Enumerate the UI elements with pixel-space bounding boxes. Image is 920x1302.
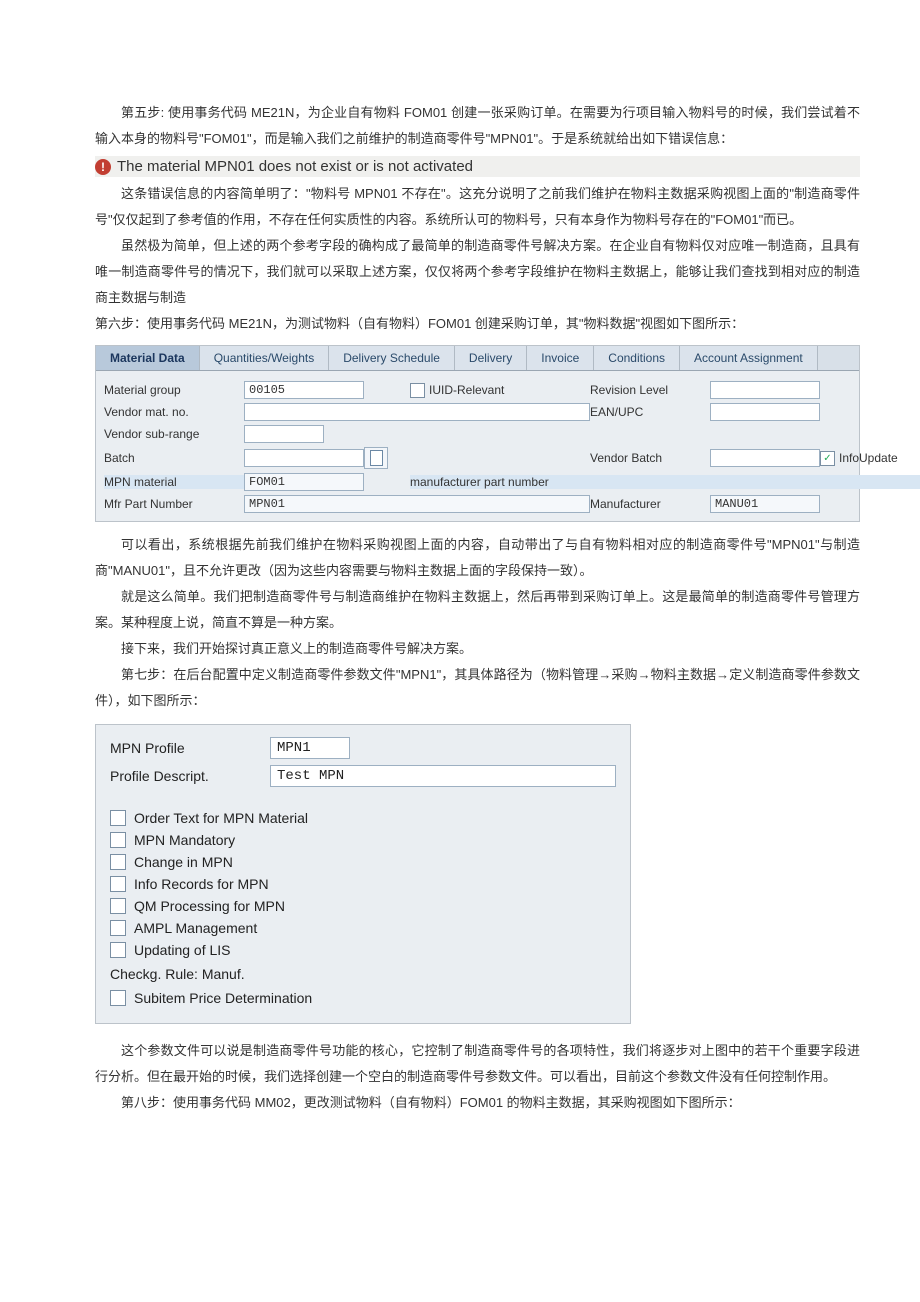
checkbox-infoupdate[interactable]: ✓InfoUpdate (820, 451, 920, 466)
paragraph-after2: 就是这么简单。我们把制造商零件号与制造商维护在物料主数据上，然后再带到采购订单上… (95, 584, 860, 636)
tab-account-assignment[interactable]: Account Assignment (680, 346, 818, 370)
checkbox-change-in-mpn[interactable]: Change in MPN (110, 851, 616, 873)
field-mfr-part-number: MPN01 (244, 495, 590, 513)
label-vendor-subrange: Vendor sub-range (104, 427, 244, 441)
label-material-group: Material group (104, 383, 244, 397)
checkbox-qm-processing[interactable]: QM Processing for MPN (110, 895, 616, 917)
field-mpn-profile[interactable]: MPN1 (270, 737, 350, 759)
field-vendor-batch[interactable] (710, 449, 820, 467)
paragraph-after1: 可以看出，系统根据先前我们维护在物料采购视图上面的内容，自动带出了与自有物料相对… (95, 532, 860, 584)
checkbox-ampl-management[interactable]: AMPL Management (110, 917, 616, 939)
label-batch: Batch (104, 451, 244, 465)
paragraph-step5: 第五步: 使用事务代码 ME21N，为企业自有物料 FOM01 创建一张采购订单… (95, 100, 860, 152)
error-message-bar: ! The material MPN01 does not exist or i… (95, 156, 860, 177)
label-profile-descript: Profile Descript. (110, 768, 260, 784)
label-mfr-part-number: Mfr Part Number (104, 497, 244, 511)
field-vendor-mat-no[interactable] (244, 403, 590, 421)
label-opt-0: Order Text for MPN Material (134, 810, 308, 826)
checkbox-info-records[interactable]: Info Records for MPN (110, 873, 616, 895)
label-mpn-material: MPN material (104, 475, 244, 489)
field-mpn-material: FOM01 (244, 473, 364, 491)
label-ean-upc: EAN/UPC (590, 405, 710, 419)
field-checkg-rule[interactable] (253, 964, 283, 984)
checkbox-order-text[interactable]: Order Text for MPN Material (110, 807, 616, 829)
field-ean-upc[interactable] (710, 403, 820, 421)
tab-invoice[interactable]: Invoice (527, 346, 594, 370)
batch-doc-button[interactable] (364, 447, 388, 469)
field-material-group[interactable]: 00105 (244, 381, 364, 399)
label-opt-1: MPN Mandatory (134, 832, 235, 848)
paragraph-expl1: 这条错误信息的内容简单明了："物料号 MPN01 不存在"。这充分说明了之前我们… (95, 181, 860, 233)
label-mfr-part-number-text: manufacturer part number (410, 475, 920, 489)
label-opt-6: Updating of LIS (134, 942, 231, 958)
paragraph-after3: 接下来，我们开始探讨真正意义上的制造商零件号解决方案。 (95, 636, 860, 662)
paragraph-after4: 这个参数文件可以说是制造商零件号功能的核心，它控制了制造商零件号的各项特性，我们… (95, 1038, 860, 1090)
tab-delivery[interactable]: Delivery (455, 346, 527, 370)
tab-delivery-schedule[interactable]: Delivery Schedule (329, 346, 455, 370)
label-opt-5: AMPL Management (134, 920, 257, 936)
paragraph-step7: 第七步：在后台配置中定义制造商零件参数文件"MPN1"，其具体路径为（物料管理→… (95, 662, 860, 714)
sap-material-panel: Material Data Quantities/Weights Deliver… (95, 345, 860, 522)
field-batch[interactable] (244, 449, 364, 467)
label-infoupdate: InfoUpdate (839, 451, 898, 465)
checkbox-iuid-relevant[interactable]: IUID-Relevant (410, 383, 590, 398)
mpn-profile-panel: MPN Profile MPN1 Profile Descript. Test … (95, 724, 631, 1024)
paragraph-expl2: 虽然极为简单，但上述的两个参考字段的确构成了最简单的制造商零件号解决方案。在企业… (95, 233, 860, 311)
label-iuid: IUID-Relevant (429, 383, 504, 397)
field-profile-descript[interactable]: Test MPN (270, 765, 616, 787)
field-vendor-subrange[interactable] (244, 425, 324, 443)
row-checkg-rule: Checkg. Rule: Manuf. (110, 961, 616, 987)
tab-conditions[interactable]: Conditions (594, 346, 680, 370)
label-vendor-batch: Vendor Batch (590, 451, 710, 465)
label-checkg-rule: Checkg. Rule: Manuf. (110, 966, 245, 982)
label-revision-level: Revision Level (590, 383, 710, 397)
field-revision-level[interactable] (710, 381, 820, 399)
tabstrip: Material Data Quantities/Weights Deliver… (96, 346, 859, 371)
label-mpn-profile: MPN Profile (110, 740, 260, 756)
field-manufacturer: MANU01 (710, 495, 820, 513)
tab-material-data[interactable]: Material Data (96, 346, 200, 370)
label-subitem-price: Subitem Price Determination (134, 990, 312, 1006)
tab-quantities[interactable]: Quantities/Weights (200, 346, 330, 370)
label-vendor-mat-no: Vendor mat. no. (104, 405, 244, 419)
checkbox-updating-lis[interactable]: Updating of LIS (110, 939, 616, 961)
label-opt-3: Info Records for MPN (134, 876, 269, 892)
label-opt-2: Change in MPN (134, 854, 233, 870)
checkbox-mpn-mandatory[interactable]: MPN Mandatory (110, 829, 616, 851)
label-manufacturer: Manufacturer (590, 497, 710, 511)
document-icon (370, 450, 383, 466)
paragraph-step6: 第六步：使用事务代码 ME21N，为测试物料（自有物料）FOM01 创建采购订单… (95, 311, 860, 337)
error-icon: ! (95, 159, 111, 175)
error-text: The material MPN01 does not exist or is … (117, 158, 473, 175)
label-opt-4: QM Processing for MPN (134, 898, 285, 914)
paragraph-step8: 第八步：使用事务代码 MM02，更改测试物料（自有物料）FOM01 的物料主数据… (95, 1090, 860, 1116)
checkbox-subitem-price[interactable]: Subitem Price Determination (110, 987, 616, 1009)
